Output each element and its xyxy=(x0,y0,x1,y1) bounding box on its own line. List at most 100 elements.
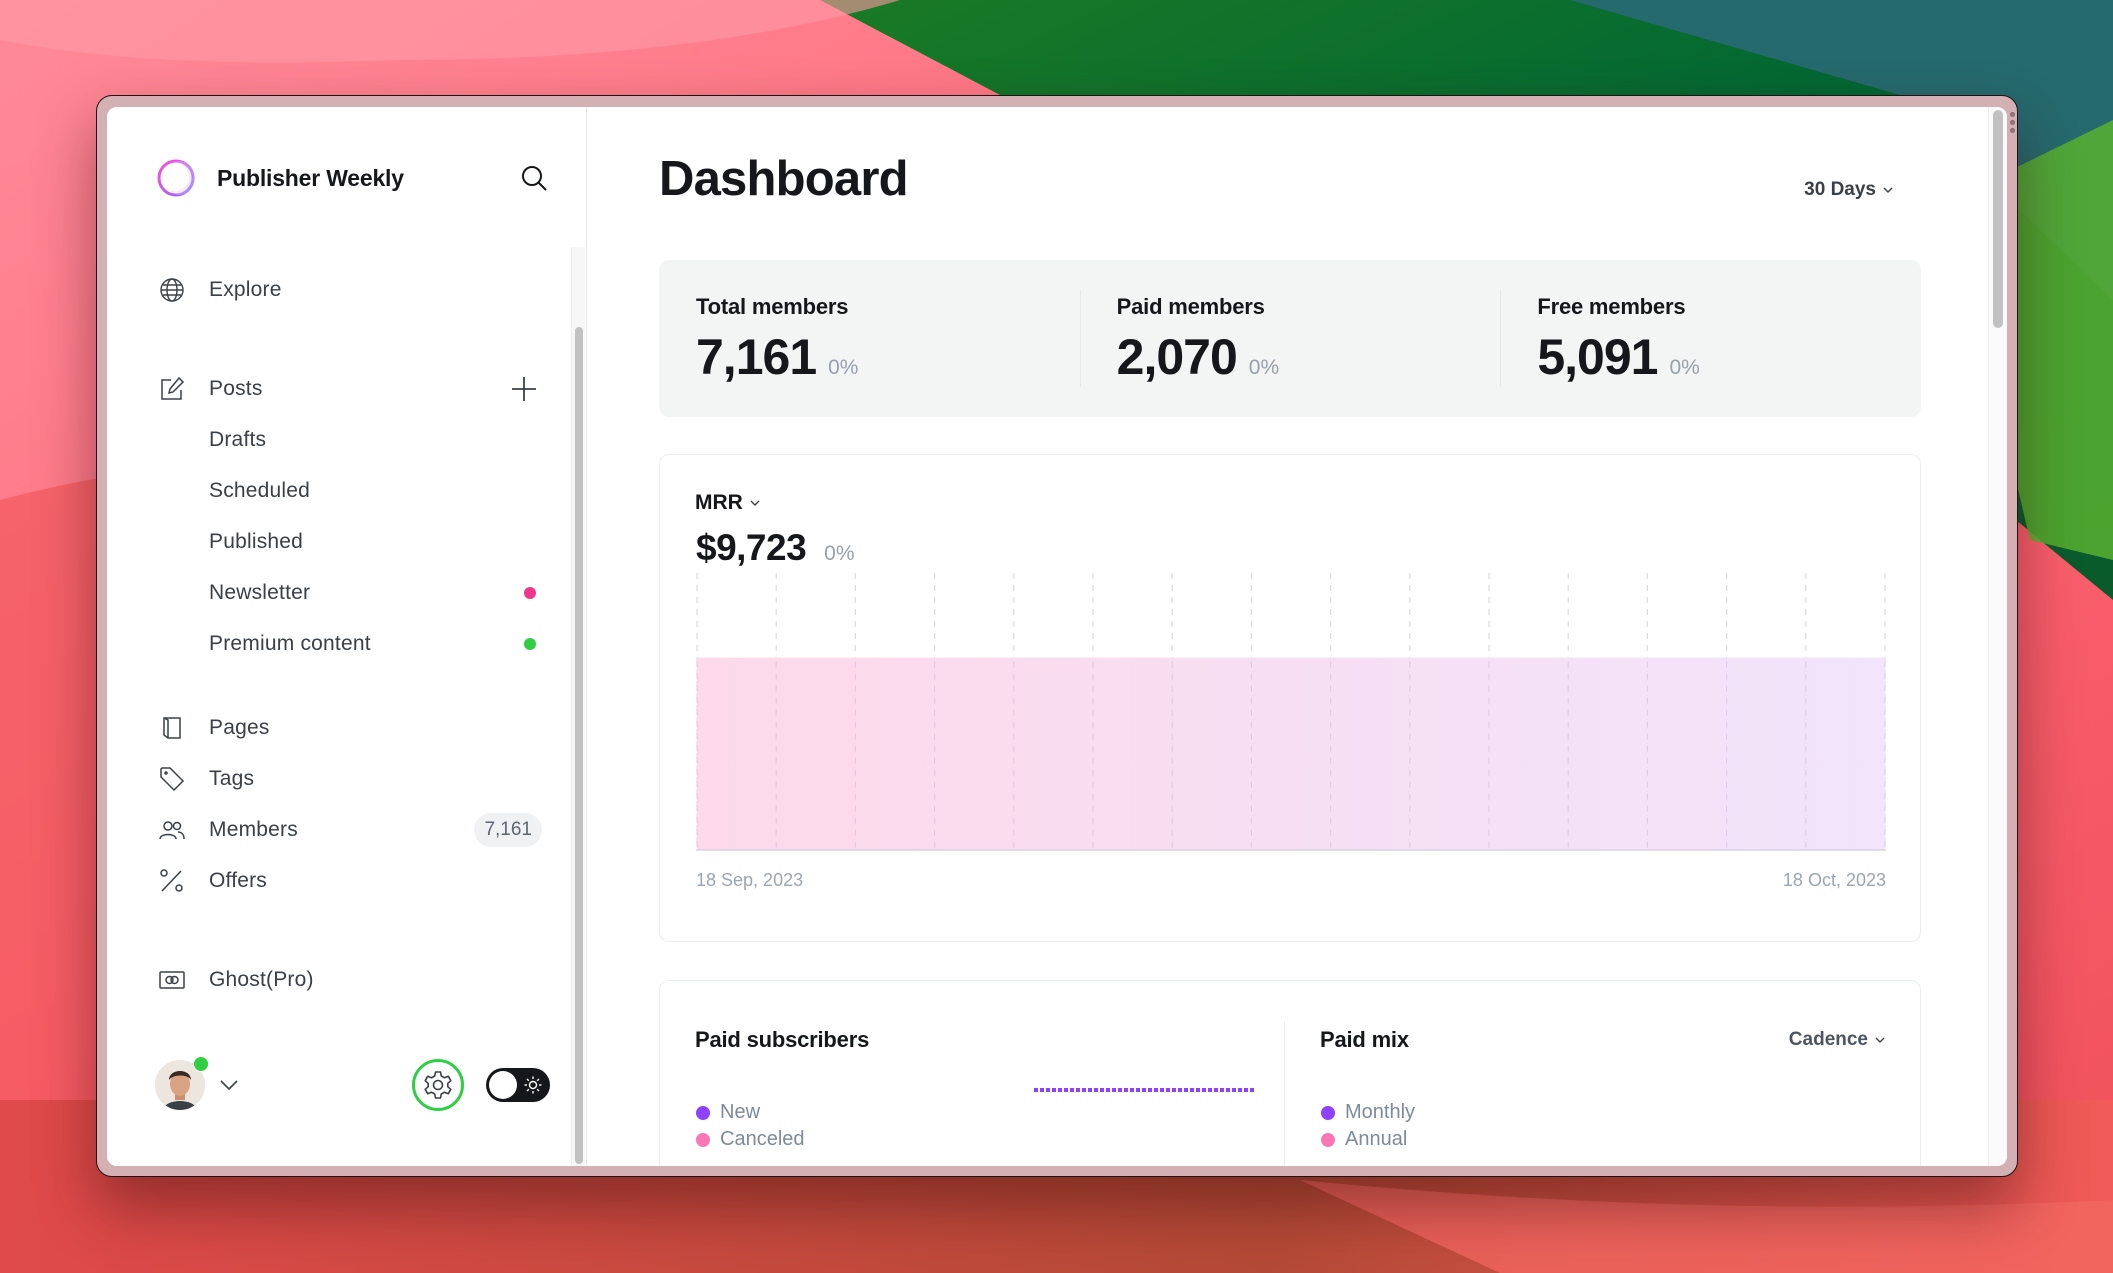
chevron-down-icon xyxy=(1883,187,1893,193)
mrr-data-point[interactable] xyxy=(1483,652,1495,664)
stat-value: 7,161 xyxy=(696,329,817,385)
sidebar-item-posts[interactable]: Posts xyxy=(159,369,538,409)
mrr-area xyxy=(697,657,1885,850)
sidebar-item-offers[interactable]: Offers xyxy=(159,861,538,901)
metric-select[interactable]: MRR xyxy=(695,491,761,515)
stat-total-members[interactable]: Total members 7,161 0% xyxy=(659,260,1080,417)
mrr-data-point[interactable] xyxy=(929,652,941,664)
sidebar-item-label: Drafts xyxy=(209,428,267,451)
window-handle-icon[interactable] xyxy=(2010,112,2015,133)
sidebar-item-published[interactable]: Published xyxy=(159,522,538,562)
sidebar-scrollbar-thumb[interactable] xyxy=(575,327,583,1164)
mrr-data-point[interactable] xyxy=(1562,652,1574,664)
chevron-down-icon xyxy=(1875,1037,1885,1043)
chevron-down-icon xyxy=(220,1080,238,1091)
mrr-data-point[interactable] xyxy=(1404,652,1416,664)
toggle-knob xyxy=(489,1071,517,1099)
sidebar-item-members[interactable]: Members 7,161 xyxy=(159,810,542,850)
mrr-data-point[interactable] xyxy=(1721,652,1733,664)
member-stats-card: Total members 7,161 0% Paid members 2,07… xyxy=(659,260,1921,417)
premium-status-dot xyxy=(524,638,536,650)
sidebar-item-label: View site xyxy=(209,245,538,247)
mrr-data-point[interactable] xyxy=(1245,652,1257,664)
date-range-select[interactable]: 30 Days xyxy=(1804,179,1894,201)
mrr-chart[interactable] xyxy=(696,555,1886,855)
page-title: Dashboard xyxy=(659,152,909,206)
mrr-data-point[interactable] xyxy=(1641,652,1653,664)
sidebar-item-label: Explore xyxy=(209,278,282,301)
mrr-data-point[interactable] xyxy=(849,652,861,664)
newsletter-status-dot xyxy=(524,587,536,599)
new-post-button[interactable] xyxy=(510,375,538,403)
legend-label: Monthly xyxy=(1345,1101,1416,1123)
paid-subscribers-panel: Paid subscribers New Canceled xyxy=(660,981,1284,1166)
settings-button[interactable] xyxy=(412,1059,464,1111)
sidebar-item-label: Members xyxy=(209,818,298,841)
stat-delta: 0% xyxy=(1248,356,1280,379)
online-status-dot xyxy=(193,1056,209,1072)
sidebar-item-tags[interactable]: Tags xyxy=(159,759,538,799)
sidebar-item-pages[interactable]: Pages xyxy=(159,708,538,748)
stat-delta: 0% xyxy=(1669,356,1700,379)
site-logo-icon[interactable] xyxy=(155,156,199,200)
mrr-data-point[interactable] xyxy=(1800,652,1812,664)
panel-title: Paid subscribers xyxy=(695,1027,870,1052)
sidebar: Publisher Weekly View site xyxy=(107,107,587,1166)
members-count-badge: 7,161 xyxy=(474,813,542,847)
sidebar-item-view-site[interactable]: View site xyxy=(159,245,538,255)
search-button[interactable] xyxy=(518,162,550,194)
x-tick-label: 18 Sep, 2023 xyxy=(696,870,804,890)
sidebar-item-label: Newsletter xyxy=(209,581,311,604)
user-avatar[interactable] xyxy=(155,1056,209,1110)
sidebar-item-drafts[interactable]: Drafts xyxy=(159,420,538,460)
sidebar-item-premium-content[interactable]: Premium content xyxy=(159,624,538,664)
date-range-label: 30 Days xyxy=(1804,179,1876,200)
search-icon xyxy=(522,166,547,191)
main-scrollbar[interactable] xyxy=(1988,107,2007,1166)
legend: New Canceled xyxy=(696,1099,805,1153)
brand-header: Publisher Weekly xyxy=(155,157,550,199)
sun-icon xyxy=(524,1076,542,1094)
main-scrollbar-thumb[interactable] xyxy=(1993,110,2003,328)
sidebar-scrollbar[interactable] xyxy=(571,247,585,1166)
ghost-pro-icon xyxy=(159,967,185,993)
chevron-down-icon xyxy=(750,500,760,506)
sidebar-item-ghost-pro[interactable]: Ghost(Pro) xyxy=(159,960,538,1000)
theme-toggle[interactable] xyxy=(486,1068,550,1102)
panel-title: Paid mix xyxy=(1320,1027,1409,1052)
mrr-data-point[interactable] xyxy=(1008,652,1020,664)
mrr-data-point[interactable] xyxy=(1166,652,1178,664)
metric-select-label: MRR xyxy=(695,491,743,514)
legend-item-canceled: Canceled xyxy=(696,1126,805,1153)
paid-subscribers-chart xyxy=(1034,1088,1254,1092)
members-icon xyxy=(159,817,185,843)
main-content: Dashboard 30 Days Total members 7,161 0%… xyxy=(588,107,2007,1166)
stat-paid-members[interactable]: Paid members 2,070 0% xyxy=(1079,260,1501,417)
plus-icon xyxy=(512,377,536,401)
sidebar-item-label: Ghost(Pro) xyxy=(209,968,314,991)
legend-dot xyxy=(696,1132,710,1147)
legend-item-annual: Annual xyxy=(1321,1126,1415,1153)
stat-label: Total members xyxy=(696,294,849,319)
mrr-data-point[interactable] xyxy=(1325,652,1337,664)
sidebar-item-scheduled[interactable]: Scheduled xyxy=(159,471,538,511)
legend-item-new: New xyxy=(696,1099,805,1126)
legend-dot xyxy=(696,1105,710,1120)
mrr-card: MRR $9,723 0% 18 Sep, 2023 18 Oct, 2023 xyxy=(659,454,1921,942)
sidebar-item-label: Published xyxy=(209,530,304,553)
page-icon xyxy=(159,715,185,741)
sidebar-item-explore[interactable]: Explore xyxy=(159,270,538,310)
stat-delta: 0% xyxy=(828,356,859,379)
sidebar-item-label: Posts xyxy=(209,377,263,400)
sidebar-item-newsletter[interactable]: Newsletter xyxy=(159,573,538,613)
cadence-select-label: Cadence xyxy=(1788,1029,1868,1050)
mrr-data-point[interactable] xyxy=(770,652,782,664)
sidebar-item-label: Tags xyxy=(209,767,255,790)
stat-free-members[interactable]: Free members 5,091 0% xyxy=(1500,260,1921,417)
user-menu-button[interactable] xyxy=(219,1075,239,1095)
edit-icon xyxy=(159,376,185,402)
app-content: Publisher Weekly View site xyxy=(107,107,2007,1166)
cadence-select[interactable]: Cadence xyxy=(1789,1029,1886,1051)
sidebar-item-label: Scheduled xyxy=(209,479,311,502)
mrr-data-point[interactable] xyxy=(1087,652,1099,664)
